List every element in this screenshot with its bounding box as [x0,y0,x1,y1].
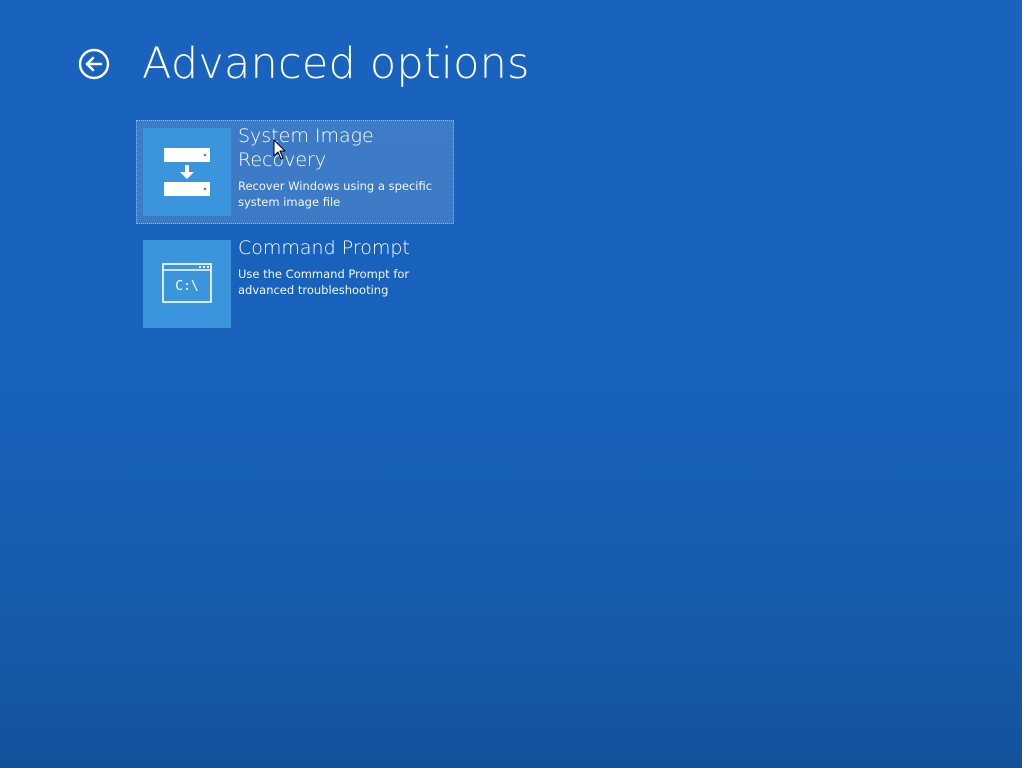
command-prompt-option[interactable]: C:\ Command Prompt Use the Command Promp… [136,232,454,336]
option-description: Recover Windows using a specific system … [238,179,433,209]
option-description: Use the Command Prompt for advanced trou… [238,267,410,297]
command-prompt-icon: C:\ [162,263,212,303]
back-arrow-circle-icon [78,48,110,80]
system-image-recovery-option[interactable]: System Image Recovery Recover Windows us… [136,120,454,224]
page-title: Advanced options [142,39,530,89]
drive-restore-icon [164,148,210,196]
command-prompt-tile-text: C:\ [175,279,198,294]
option-title: System Image Recovery [238,125,374,171]
command-prompt-tile: C:\ [143,240,231,328]
back-button[interactable] [78,48,110,80]
system-image-recovery-tile [143,128,231,216]
option-title: Command Prompt [238,237,410,259]
